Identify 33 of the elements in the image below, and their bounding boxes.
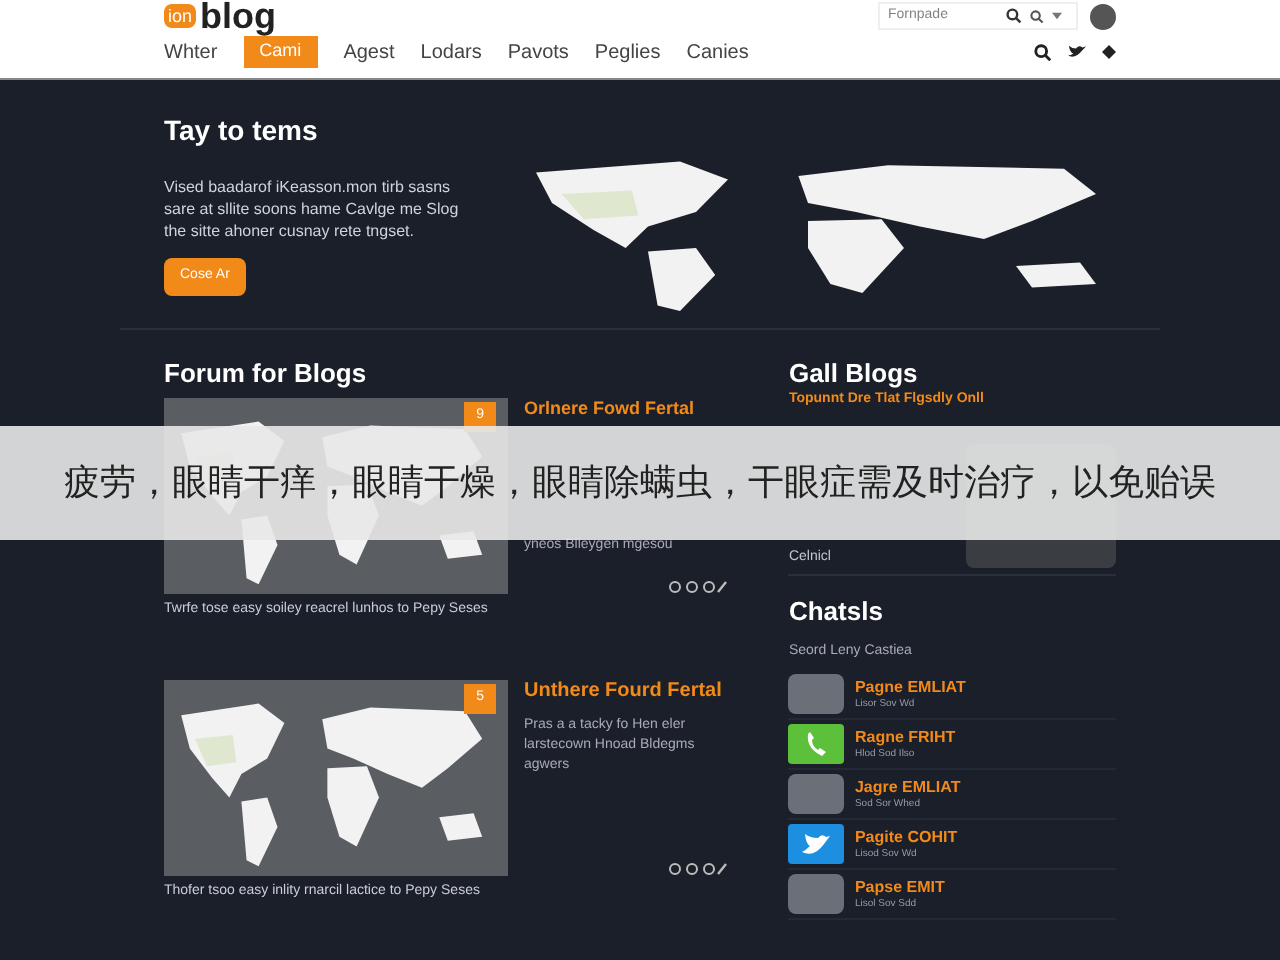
- section-title: Gall Blogs: [788, 356, 920, 390]
- nav-tab[interactable]: Pavots: [507, 37, 569, 67]
- hero-title: Tay to tems: [164, 112, 318, 150]
- dots-icon[interactable]: [668, 862, 729, 876]
- bird-icon: [788, 824, 845, 864]
- logo-badge: ion: [164, 4, 197, 28]
- nav-tab[interactable]: Canies: [686, 37, 749, 67]
- chat-name[interactable]: Ragne FRIHT: [854, 727, 956, 747]
- chat-name[interactable]: Pagne EMLIAT: [854, 677, 966, 697]
- post-title: Orlnere Fowd Fertal: [524, 398, 697, 420]
- avatar-placeholder: [788, 774, 845, 814]
- dots-icon[interactable]: [668, 580, 729, 594]
- nav-tab[interactable]: Peglies: [594, 37, 661, 67]
- post-title: Unthere Fourd Fertal: [524, 680, 724, 704]
- avatar-placeholder: [788, 874, 845, 914]
- avatar-placeholder: [788, 674, 845, 714]
- caret-icon[interactable]: [1052, 12, 1062, 20]
- section-title: Forum for Blogs: [164, 356, 369, 392]
- search-icon[interactable]: [1006, 8, 1022, 24]
- chat-name[interactable]: Pagite COHIT: [854, 827, 958, 847]
- search-icon[interactable]: [1030, 9, 1044, 23]
- phone-icon: [788, 724, 845, 764]
- nav-tab[interactable]: Agest: [343, 37, 395, 67]
- search-icon[interactable]: [1034, 43, 1052, 61]
- nav-tab[interactable]: Whter: [164, 37, 218, 67]
- bird-icon[interactable]: [1068, 44, 1086, 60]
- nav-tab[interactable]: Lodars: [420, 37, 482, 67]
- banner-text: 疲劳，眼睛干痒，眼睛干燥，眼睛除螨虫，干眼症需及时治疗，以免贻误: [64, 460, 1216, 506]
- chat-name[interactable]: Jagre EMLIAT: [854, 777, 961, 797]
- logo-text: blog: [200, 0, 277, 34]
- section-title: Chatsls: [788, 594, 885, 630]
- hero-text: Vised baadarof iKeasson.mon tirb sasns sare at sllite soons hame Cavlge me Slog the sitte ahoner cusnay rete tngset.: [164, 176, 461, 242]
- chat-name[interactable]: Papse EMIT: [854, 877, 945, 897]
